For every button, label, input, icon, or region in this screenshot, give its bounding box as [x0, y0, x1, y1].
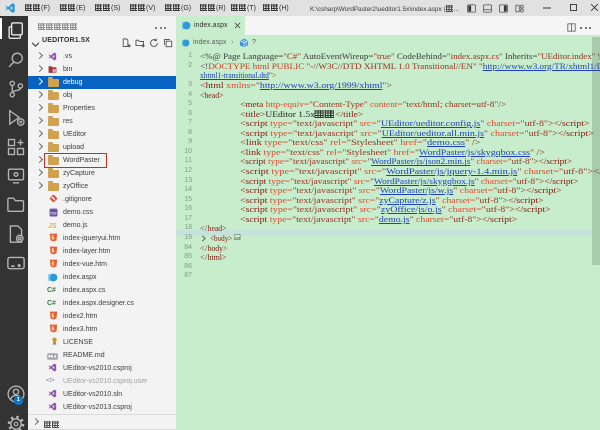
svg-text:css: css: [50, 210, 56, 215]
svg-text:5: 5: [52, 261, 55, 267]
svg-text:5: 5: [52, 235, 55, 241]
svg-text:5: 5: [52, 326, 55, 332]
svg-text:5: 5: [52, 248, 55, 254]
svg-text:5: 5: [52, 313, 55, 319]
